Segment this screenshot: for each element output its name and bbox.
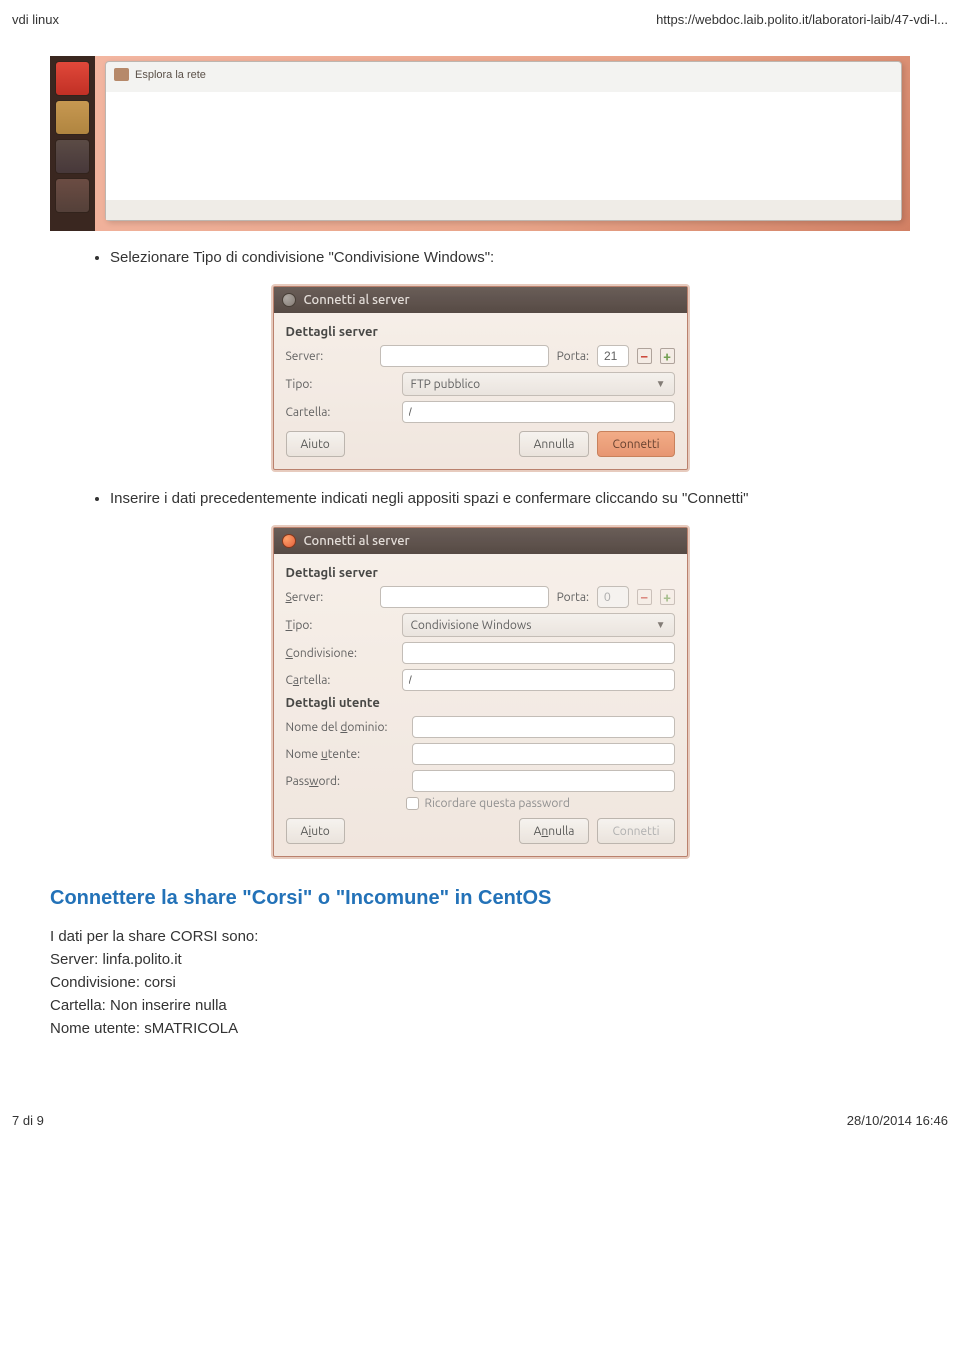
type-label: Tipo: [286, 619, 394, 632]
help-button[interactable]: Aiuto [286, 818, 345, 844]
type-combo[interactable]: Condivisione Windows ▼ [402, 613, 675, 637]
folder-input[interactable] [402, 401, 675, 423]
file-browser-item: Esplora la rete [135, 69, 206, 81]
share-input[interactable] [402, 642, 675, 664]
chevron-down-icon: ▼ [656, 619, 666, 631]
section-server-details: Dettagli server [286, 325, 675, 339]
intro-text: I dati per la share CORSI sono: [50, 928, 910, 945]
doc-url: https://webdoc.laib.polito.it/laboratori… [656, 12, 948, 27]
remember-checkbox[interactable] [406, 797, 419, 810]
share-label: Condivisione: [286, 647, 394, 660]
port-label: Porta: [557, 350, 589, 363]
plus-icon[interactable]: + [660, 348, 675, 364]
port-input[interactable] [597, 345, 629, 367]
dialog-title: Connetti al server [304, 534, 410, 548]
network-icon [114, 68, 129, 81]
doc-title: vdi linux [12, 12, 59, 27]
username-input[interactable] [412, 743, 675, 765]
port-label: Porta: [557, 591, 589, 604]
type-value: FTP pubblico [411, 378, 481, 391]
section-server-details: Dettagli server [286, 566, 675, 580]
connect-button[interactable]: Connetti [597, 431, 674, 457]
ubuntu-launcher [50, 56, 95, 231]
launcher-folder-icon [55, 100, 90, 135]
help-button[interactable]: Aiuto [286, 431, 345, 457]
type-value: Condivisione Windows [411, 619, 532, 632]
user-line: Nome utente: sMATRICOLA [50, 1020, 910, 1037]
connect-button[interactable]: Connetti [597, 818, 674, 844]
folder-label: Cartella: [286, 674, 394, 687]
launcher-icon [55, 61, 90, 96]
server-line: Server: linfa.polito.it [50, 951, 910, 968]
server-label: Server: [286, 350, 372, 363]
section-title-centos: Connettere la share "Corsi" o "Incomune"… [50, 887, 910, 910]
bullet-1: Selezionare Tipo di condivisione "Condiv… [110, 249, 910, 266]
remember-label: Ricordare questa password [425, 797, 570, 810]
username-label: Nome utente: [286, 748, 404, 761]
type-label: Tipo: [286, 378, 394, 391]
dialog-title: Connetti al server [304, 293, 410, 307]
cancel-button[interactable]: Annulla [519, 818, 590, 844]
connect-dialog-1: Connetti al server Dettagli server Serve… [273, 286, 688, 470]
folder-label: Cartella: [286, 406, 394, 419]
launcher-terminal-icon [55, 139, 90, 174]
ubuntu-screenshot: Esplora la rete [50, 56, 910, 231]
close-icon[interactable] [282, 293, 296, 307]
cancel-button[interactable]: Annulla [519, 431, 590, 457]
server-input[interactable] [380, 586, 549, 608]
domain-label: Nome del dominio: [286, 721, 404, 734]
minus-icon[interactable]: − [637, 348, 652, 364]
folder-line: Cartella: Non inserire nulla [50, 997, 910, 1014]
password-label: Password: [286, 775, 404, 788]
plus-icon[interactable]: + [660, 589, 675, 605]
server-label: Server: [286, 591, 372, 604]
domain-input[interactable] [412, 716, 675, 738]
folder-input[interactable] [402, 669, 675, 691]
page-number: 7 di 9 [12, 1113, 44, 1128]
password-input[interactable] [412, 770, 675, 792]
bullet-2: Inserire i dati precedentemente indicati… [110, 490, 910, 507]
type-combo[interactable]: FTP pubblico ▼ [402, 372, 675, 396]
connect-dialog-2: Connetti al server Dettagli server Serve… [273, 527, 688, 857]
launcher-app-icon [55, 178, 90, 213]
close-icon[interactable] [282, 534, 296, 548]
minus-icon[interactable]: − [637, 589, 652, 605]
section-user-details: Dettagli utente [286, 696, 675, 710]
timestamp: 28/10/2014 16:46 [847, 1113, 948, 1128]
chevron-down-icon: ▼ [656, 378, 666, 390]
port-input[interactable] [597, 586, 629, 608]
file-browser-window: Esplora la rete [105, 61, 902, 221]
share-line: Condivisione: corsi [50, 974, 910, 991]
server-input[interactable] [380, 345, 549, 367]
